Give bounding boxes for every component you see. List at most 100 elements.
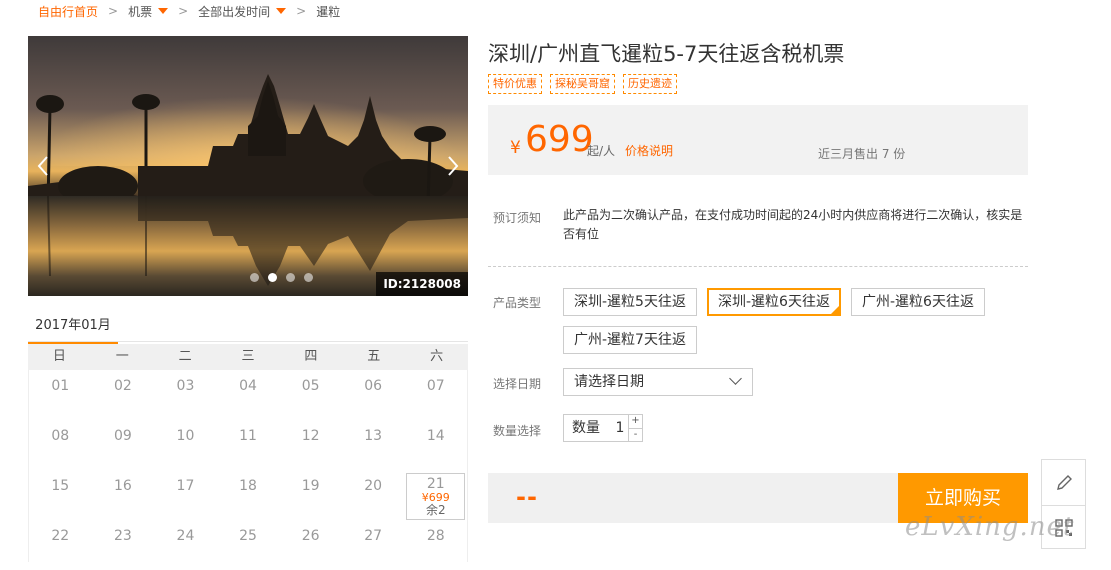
chevron-right-icon — [448, 156, 459, 176]
calendar-day: 10 — [154, 420, 217, 470]
price-currency: ¥ — [510, 138, 521, 158]
calendar-day-number: 24 — [176, 528, 195, 544]
product-type-option[interactable]: 广州-暹粒6天往返 — [851, 288, 985, 316]
calendar-day-number: 21 — [426, 476, 445, 492]
calendar-day-number: 25 — [239, 528, 257, 544]
total-price: -- — [516, 483, 538, 511]
gallery-dot[interactable] — [304, 273, 313, 282]
calendar-day-number: 28 — [426, 528, 445, 544]
quantity-label: 数量选择 — [493, 424, 542, 438]
date-label: 选择日期 — [493, 377, 542, 391]
calendar-weekday: 五 — [367, 349, 381, 364]
calendar-day: 02 — [92, 370, 155, 420]
site-watermark: eLvXing.net — [905, 512, 1075, 542]
calendar-day: 18 — [217, 470, 280, 520]
calendar-grid: 01 02 03 04 05 06 07 08 09 10 11 12 13 14 15 16 17 18 19 20… — [28, 370, 468, 562]
date-select-placeholder: 请选择日期 — [574, 374, 644, 390]
quantity-increase-button[interactable]: + — [629, 415, 642, 428]
product-title: 深圳/广州直飞暹粒5-7天往返含税机票 — [488, 42, 845, 66]
tag-badge: 特价优惠 — [488, 74, 542, 94]
gallery-dot-active[interactable] — [268, 273, 277, 282]
product-image-gallery: ID:2128008 — [28, 36, 468, 296]
gallery-dot[interactable] — [286, 273, 295, 282]
calendar-day-number: 17 — [176, 478, 195, 494]
calendar-day: 08 — [29, 420, 92, 470]
calendar-day-number: 20 — [364, 478, 383, 494]
image-id-label: ID:2128008 — [376, 272, 468, 296]
calendar-day-available[interactable]: 21 ¥699 余2 — [404, 470, 467, 520]
product-type-option[interactable]: 广州-暹粒7天往返 — [563, 326, 697, 354]
calendar-day: 16 — [92, 470, 155, 520]
notice-label: 预订须知 — [493, 211, 542, 225]
breadcrumb-item-label: 全部出发时间 — [198, 4, 271, 19]
calendar-day-number: 05 — [301, 378, 320, 394]
selected-check-icon — [829, 305, 840, 315]
calendar-day-number: 14 — [426, 428, 445, 444]
calendar-day: 27 — [342, 520, 405, 570]
calendar-weekday-header: 日一二三四五六 — [28, 344, 468, 370]
calendar-day: 19 — [279, 470, 342, 520]
calendar-day: 24 — [154, 520, 217, 570]
calendar-day: 23 — [92, 520, 155, 570]
calendar-week-row: 08 09 10 11 12 13 14 — [29, 420, 467, 470]
calendar-day-number: 18 — [239, 478, 257, 494]
calendar-day: 15 — [29, 470, 92, 520]
breadcrumb-separator: > — [108, 4, 119, 18]
calendar-day: 20 — [342, 470, 405, 520]
calendar-day: 09 — [92, 420, 155, 470]
gallery-next-button[interactable] — [442, 146, 464, 186]
quantity-value[interactable]: 1 — [612, 415, 628, 441]
product-tags: 特价优惠 探秘吴哥窟 历史遗迹 — [488, 74, 677, 94]
tag-badge: 探秘吴哥窟 — [550, 74, 615, 94]
calendar-day: 01 — [29, 370, 92, 420]
product-type-option-selected[interactable]: 深圳-暹粒6天往返 — [707, 288, 841, 316]
calendar-weekday: 一 — [115, 349, 129, 364]
calendar-week-row: 15 16 17 18 19 20 21 ¥699 余2 — [29, 470, 467, 520]
breadcrumb-item-siem-reap[interactable]: 暹粒 — [316, 3, 340, 20]
calendar-day-number: 27 — [364, 528, 383, 544]
breadcrumb-separator: > — [178, 4, 189, 18]
price-unit: 起/人 — [587, 144, 616, 158]
calendar-day-number: 03 — [176, 378, 195, 394]
calendar-week-row: 22 23 24 25 26 27 28 — [29, 520, 467, 570]
calendar-day-number: 04 — [239, 378, 257, 394]
calendar-week-row: 01 02 03 04 05 06 07 — [29, 370, 467, 420]
calendar-day: 07 — [404, 370, 467, 420]
feedback-tool-button[interactable] — [1042, 460, 1085, 505]
calendar-weekday: 四 — [304, 349, 318, 364]
product-type-option[interactable]: 深圳-暹粒5天往返 — [563, 288, 697, 316]
calendar-day: 25 — [217, 520, 280, 570]
calendar-day-number: 12 — [301, 428, 320, 444]
calendar-month-tab[interactable]: 2017年01月 — [28, 314, 118, 344]
gallery-prev-button[interactable] — [32, 146, 54, 186]
calendar-day: 26 — [279, 520, 342, 570]
booking-notice-text: 此产品为二次确认产品，在支付成功时间起的24小时内供应商将进行二次确认，核实是否… — [563, 208, 1023, 241]
caret-down-icon — [276, 8, 287, 14]
breadcrumb-item-flights[interactable]: 机票 — [128, 3, 169, 20]
calendar-day-number: 11 — [239, 428, 257, 444]
section-divider — [488, 266, 1028, 267]
calendar-day-remaining: 余2 — [425, 503, 446, 517]
calendar-day: 14 — [404, 420, 467, 470]
breadcrumb-home-link[interactable]: 自由行首页 — [38, 3, 98, 20]
pencil-icon — [1056, 474, 1072, 490]
caret-down-icon — [158, 8, 169, 14]
calendar-day-number: 06 — [364, 378, 383, 394]
date-select[interactable]: 请选择日期 — [563, 368, 753, 396]
breadcrumb-item-label: 机票 — [128, 4, 153, 19]
product-type-label: 产品类型 — [493, 296, 542, 310]
calendar-day: 11 — [217, 420, 280, 470]
quantity-stepper: 数量 1 + - — [563, 414, 643, 442]
breadcrumb-item-departure-time[interactable]: 全部出发时间 — [198, 3, 287, 20]
quantity-decrease-button[interactable]: - — [629, 427, 642, 442]
price-explain-link[interactable]: 价格说明 — [625, 142, 673, 159]
product-type-option-label: 深圳-暹粒6天往返 — [718, 294, 830, 310]
price-amount: 699 — [525, 119, 594, 160]
gallery-dot[interactable] — [250, 273, 259, 282]
calendar-day: 17 — [154, 470, 217, 520]
calendar-day-number: 10 — [176, 428, 195, 444]
chevron-left-icon — [37, 156, 48, 176]
calendar-day-number: 16 — [113, 478, 132, 494]
calendar-weekday: 三 — [241, 349, 255, 364]
calendar-day-number: 15 — [51, 478, 70, 494]
